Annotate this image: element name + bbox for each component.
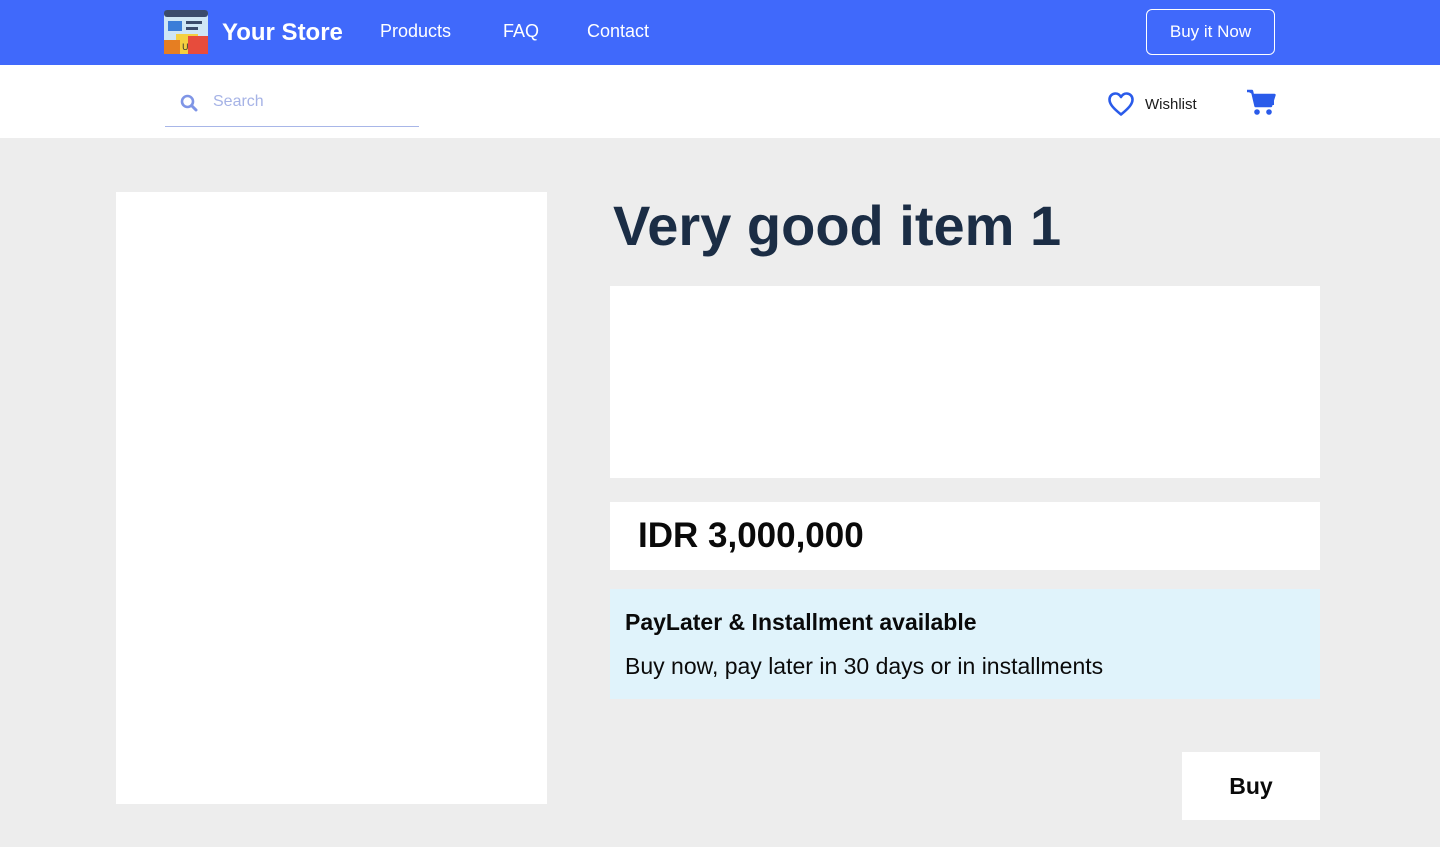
product-description-box xyxy=(610,286,1320,478)
search-icon xyxy=(180,94,198,112)
wishlist-label: Wishlist xyxy=(1145,95,1197,113)
utility-bar: Wishlist xyxy=(0,65,1440,138)
nav-products-link[interactable]: Products xyxy=(380,20,451,42)
nav-faq-link[interactable]: FAQ xyxy=(503,20,539,42)
paylater-subtitle: Buy now, pay later in 30 days or in inst… xyxy=(625,653,1104,679)
search-input[interactable] xyxy=(213,89,413,115)
paylater-info-box: PayLater & Installment available Buy now… xyxy=(610,589,1320,699)
paylater-title: PayLater & Installment available xyxy=(625,609,977,635)
search-box[interactable] xyxy=(165,87,419,127)
buy-button[interactable]: Buy xyxy=(1182,752,1320,820)
nav-contact-link[interactable]: Contact xyxy=(587,20,649,42)
cart-icon[interactable] xyxy=(1246,89,1276,117)
buy-it-now-button[interactable]: Buy it Now xyxy=(1146,9,1275,55)
wishlist-link[interactable]: Wishlist xyxy=(1107,91,1197,117)
heart-icon xyxy=(1107,91,1135,117)
top-navbar: U Your Store Products FAQ Contact Buy it… xyxy=(0,0,1440,65)
price-box: IDR 3,000,000 xyxy=(610,502,1320,570)
product-title: Very good item 1 xyxy=(613,194,1062,257)
product-image-placeholder xyxy=(116,192,547,804)
brand-name[interactable]: Your Store xyxy=(222,18,343,48)
svg-text:U: U xyxy=(182,43,189,53)
product-price: IDR 3,000,000 xyxy=(638,516,864,555)
store-logo-icon[interactable]: U xyxy=(164,10,210,56)
